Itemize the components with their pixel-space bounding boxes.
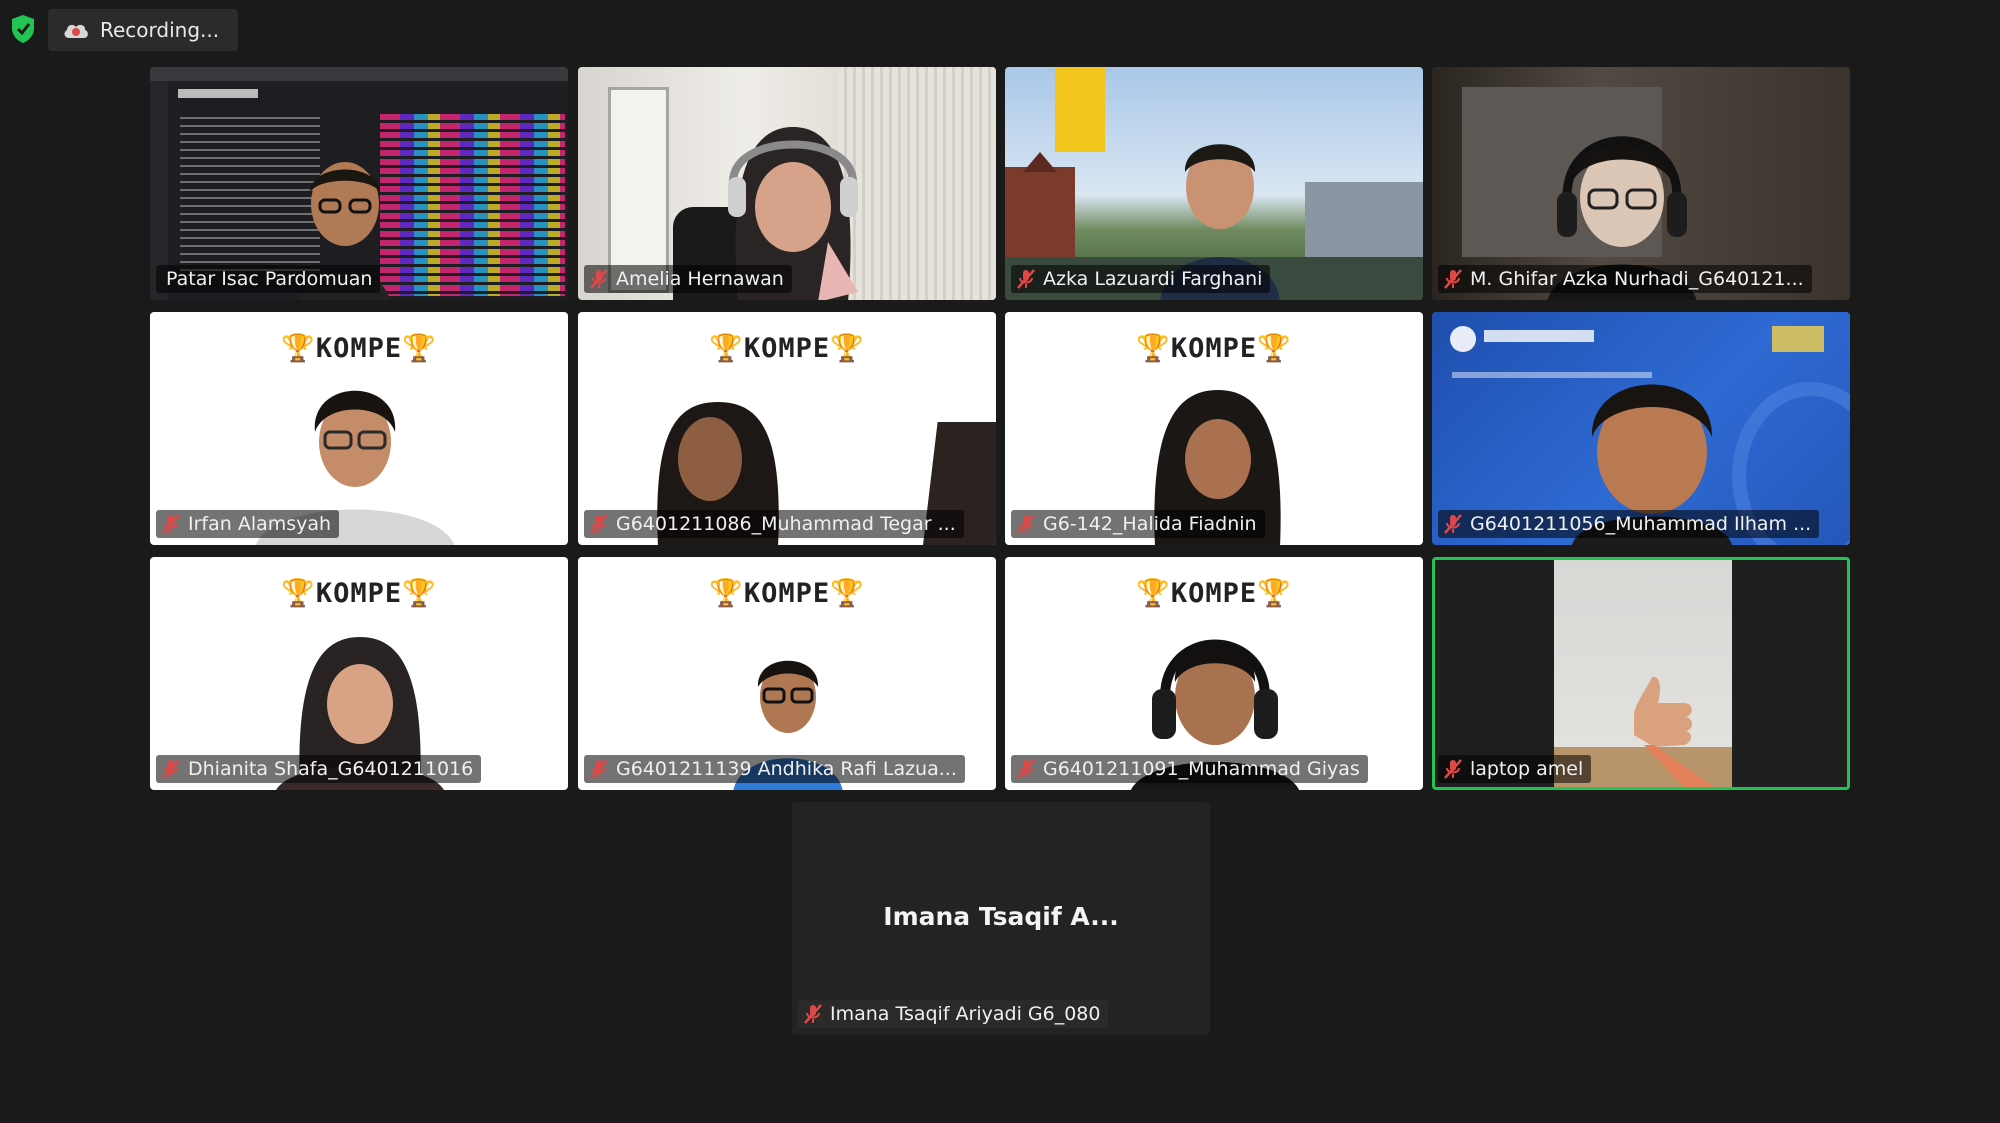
- participant-name-label: G6-142_Halida Fiadnin: [1011, 510, 1265, 538]
- participant-tile[interactable]: 🏆KOMPE🏆 G6401211091_Muhammad Giyas: [1005, 557, 1423, 790]
- participant-tile[interactable]: 🏆KOMPE🏆 Dhianita Shafa_G6401211016: [150, 557, 568, 790]
- kompe-overlay: 🏆KOMPE🏆: [709, 333, 865, 364]
- trophy-icon: 🏆: [1136, 333, 1171, 364]
- muted-mic-icon: [162, 759, 180, 779]
- kompe-overlay: 🏆KOMPE🏆: [281, 578, 437, 609]
- trophy-icon: 🏆: [402, 578, 437, 609]
- participant-tile[interactable]: 🏆KOMPE🏆 G6401211086_Muhammad Tegar ...: [578, 312, 996, 545]
- trophy-icon: 🏆: [830, 578, 865, 609]
- no-video-participant-tile[interactable]: Imana Tsaqif A... Imana Tsaqif Ariyadi G…: [792, 802, 1210, 1035]
- muted-mic-icon: [804, 1004, 822, 1024]
- recording-indicator[interactable]: Recording...: [48, 9, 238, 51]
- participant-name-label: Patar Isac Pardomuan: [156, 265, 381, 293]
- trophy-icon: 🏆: [709, 333, 744, 364]
- participant-name-label: G6401211139 Andhika Rafi Lazua...: [584, 755, 965, 783]
- trophy-icon: 🏆: [1257, 578, 1292, 609]
- participant-name-label: Imana Tsaqif Ariyadi G6_080: [798, 1000, 1109, 1028]
- muted-mic-icon: [590, 514, 608, 534]
- participant-name-label: M. Ghifar Azka Nurhadi_G640121...: [1438, 265, 1812, 293]
- participant-tile[interactable]: M. Ghifar Azka Nurhadi_G640121...: [1432, 67, 1850, 300]
- trophy-icon: 🏆: [1257, 333, 1292, 364]
- participant-name-label: laptop amel: [1438, 755, 1592, 783]
- participant-name-label: G6401211056_Muhammad Ilham ...: [1438, 510, 1820, 538]
- trophy-icon: 🏆: [830, 333, 865, 364]
- participant-tile[interactable]: 🏆KOMPE🏆 G6-142_Halida Fiadnin: [1005, 312, 1423, 545]
- muted-mic-icon: [590, 759, 608, 779]
- participant-tile[interactable]: 🏆KOMPE🏆 G6401211139 Andhika Rafi Lazua..…: [578, 557, 996, 790]
- participant-name-label: G6401211086_Muhammad Tegar ...: [584, 510, 964, 538]
- muted-mic-icon: [1444, 269, 1462, 289]
- participant-video: [1554, 560, 1732, 787]
- muted-mic-icon: [162, 514, 180, 534]
- trophy-icon: 🏆: [1136, 578, 1171, 609]
- participant-tile[interactable]: Azka Lazuardi Farghani: [1005, 67, 1423, 300]
- muted-mic-icon: [590, 269, 608, 289]
- shield-icon[interactable]: [10, 14, 36, 44]
- trophy-icon: 🏆: [709, 578, 744, 609]
- participant-tile[interactable]: Amelia Hernawan: [578, 67, 996, 300]
- participant-display-name: Imana Tsaqif A...: [883, 902, 1119, 931]
- muted-mic-icon: [1444, 759, 1462, 779]
- recording-label: Recording...: [100, 18, 220, 42]
- cloud-recording-icon: [64, 24, 88, 38]
- participant-tile[interactable]: Patar Isac Pardomuan: [150, 67, 568, 300]
- active-speaker-tile[interactable]: laptop amel: [1432, 557, 1850, 790]
- muted-mic-icon: [1017, 514, 1035, 534]
- participant-tile[interactable]: G6401211056_Muhammad Ilham ...: [1432, 312, 1850, 545]
- kompe-overlay: 🏆KOMPE🏆: [1136, 333, 1292, 364]
- muted-mic-icon: [1017, 759, 1035, 779]
- thumbs-up-hand: [1634, 676, 1714, 787]
- muted-mic-icon: [1017, 269, 1035, 289]
- participant-name-label: Irfan Alamsyah: [156, 510, 340, 538]
- participant-name-label: G6401211091_Muhammad Giyas: [1011, 755, 1368, 783]
- participant-name-label: Amelia Hernawan: [584, 265, 792, 293]
- participant-name-label: Dhianita Shafa_G6401211016: [156, 755, 482, 783]
- kompe-overlay: 🏆KOMPE🏆: [1136, 578, 1292, 609]
- trophy-icon: 🏆: [281, 578, 316, 609]
- participant-name-label: Azka Lazuardi Farghani: [1011, 265, 1271, 293]
- kompe-overlay: 🏆KOMPE🏆: [709, 578, 865, 609]
- muted-mic-icon: [1444, 514, 1462, 534]
- participant-tile[interactable]: 🏆KOMPE🏆 Irfan Alamsyah: [150, 312, 568, 545]
- top-bar: Recording...: [0, 0, 2000, 58]
